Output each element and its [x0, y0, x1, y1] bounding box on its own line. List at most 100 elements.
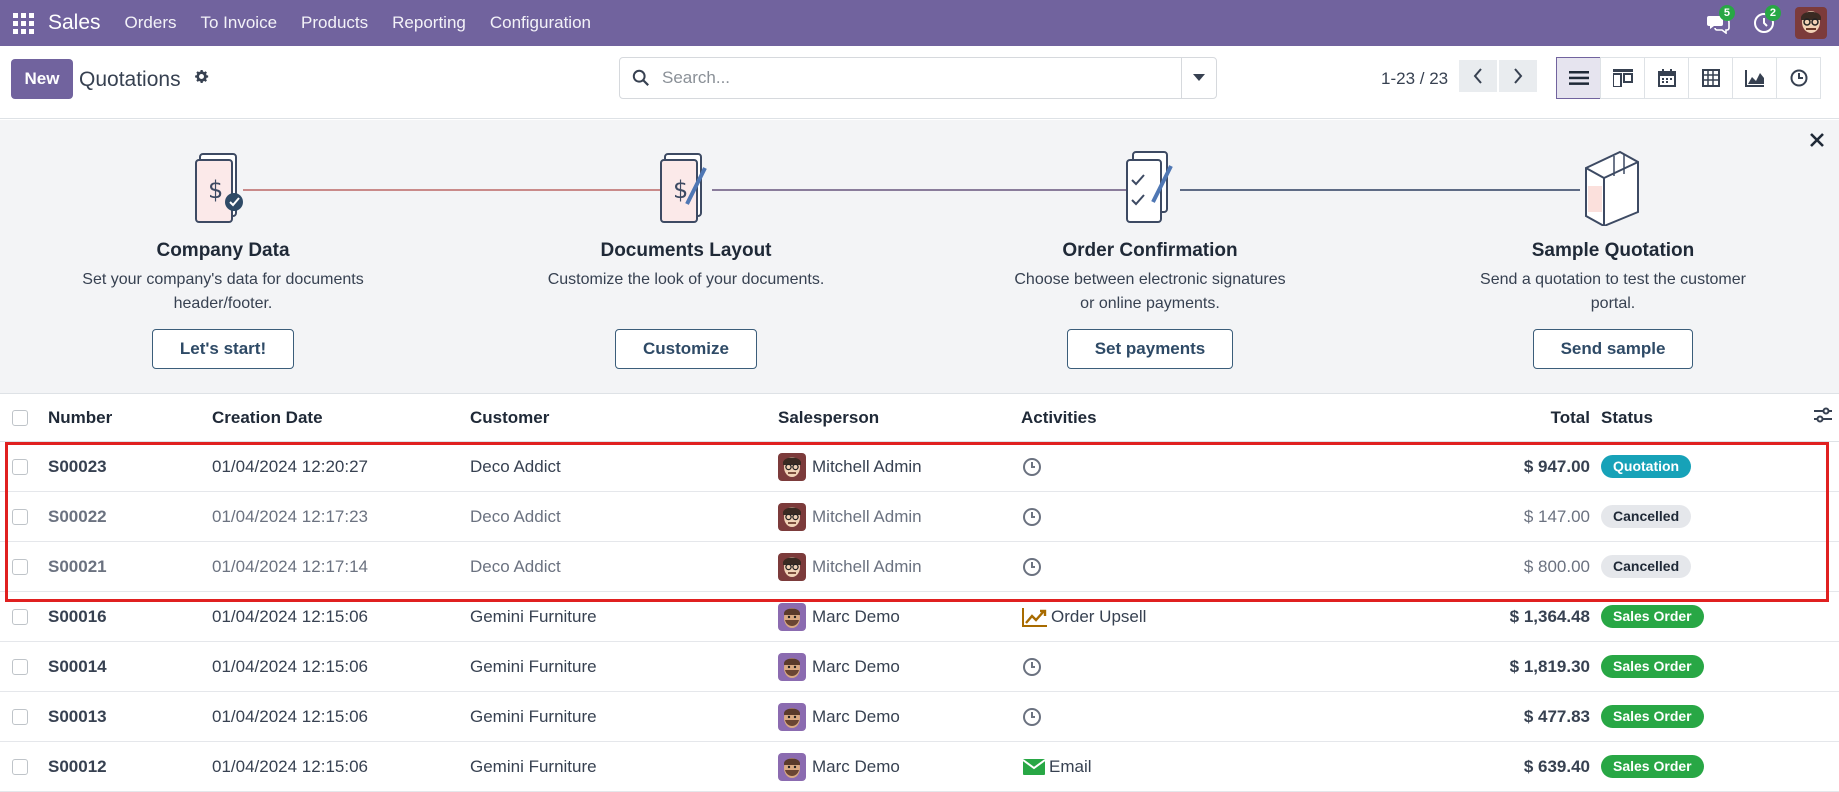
order-total: $ 947.00	[1523, 456, 1590, 476]
quotations-table: Number Creation Date Customer Salesperso…	[0, 394, 1839, 792]
table-row[interactable]: S00022 01/04/2024 12:17:23 Deco Addict Mitc…	[0, 492, 1839, 542]
step-desc-line-2: or online payments.	[1080, 295, 1220, 312]
table-row[interactable]: S00023 01/04/2024 12:20:27 Deco Addict Mitc…	[0, 442, 1839, 492]
menu-configuration[interactable]: Configuration	[478, 13, 603, 33]
customer-name: Deco Addict	[470, 456, 561, 476]
upsell-chart-icon[interactable]	[1022, 607, 1048, 627]
activity-cell[interactable]: Email	[1022, 757, 1092, 777]
step-desc-line-2: portal.	[1590, 295, 1636, 312]
row-checkbox[interactable]	[12, 508, 28, 525]
pager-previous-button[interactable]	[1459, 60, 1497, 92]
send-sample-button[interactable]: Send sample	[1532, 329, 1694, 369]
apps-menu-icon[interactable]	[12, 12, 34, 34]
set-payments-button[interactable]: Set payments	[1066, 329, 1234, 369]
activity-cell[interactable]	[1022, 707, 1045, 727]
salesperson-avatar	[778, 702, 806, 731]
activity-summary: Email	[1049, 756, 1092, 776]
calendar-view-icon	[1657, 69, 1676, 87]
table-row[interactable]: S00013 01/04/2024 12:15:06 Gemini Furnitur…	[0, 692, 1839, 742]
customer-name: Gemini Furniture	[470, 756, 597, 776]
app-brand[interactable]: Sales	[48, 11, 101, 35]
header-number[interactable]: Number	[48, 408, 112, 428]
calendar-view-button[interactable]	[1644, 57, 1689, 99]
page-title[interactable]: Quotations	[79, 68, 181, 92]
status-badge: Cancelled	[1601, 505, 1692, 528]
menu-to-invoice[interactable]: To Invoice	[189, 13, 290, 33]
table-row[interactable]: S00012 01/04/2024 12:15:06 Gemini Furnitur…	[0, 742, 1839, 792]
table-body: S00023 01/04/2024 12:20:27 Deco Addict Mitc…	[0, 442, 1839, 792]
lets-start-button[interactable]: Let's start!	[151, 329, 295, 369]
onboarding-panel: $ Company Data Set your company's data f…	[0, 120, 1839, 394]
activities-count-badge: 2	[1764, 5, 1781, 21]
graph-view-button[interactable]	[1732, 57, 1777, 99]
select-all-checkbox[interactable]	[12, 409, 28, 426]
status-badge: Sales Order	[1601, 705, 1704, 728]
activity-cell[interactable]	[1022, 507, 1045, 527]
clock-icon[interactable]	[1022, 507, 1042, 527]
customize-button[interactable]: Customize	[615, 329, 757, 369]
header-activities[interactable]: Activities	[1021, 408, 1097, 428]
header-salesperson[interactable]: Salesperson	[778, 408, 879, 428]
clock-icon[interactable]	[1022, 657, 1042, 677]
activity-view-icon	[1790, 69, 1807, 87]
row-checkbox[interactable]	[12, 708, 28, 725]
messages-button[interactable]: 5	[1695, 0, 1741, 46]
user-avatar[interactable]	[1795, 7, 1827, 39]
menu-orders[interactable]: Orders	[113, 13, 189, 33]
header-status[interactable]: Status	[1601, 408, 1653, 428]
row-checkbox[interactable]	[12, 558, 28, 575]
kanban-view-button[interactable]	[1600, 57, 1645, 99]
column-settings-icon[interactable]	[1814, 407, 1832, 428]
salesperson-avatar	[778, 652, 806, 681]
step-desc-line-2: header/footer.	[173, 295, 273, 312]
step-desc-line-1: Customize the look of your documents.	[547, 271, 825, 288]
chevron-right-icon	[1514, 68, 1523, 84]
row-checkbox[interactable]	[12, 608, 28, 625]
row-checkbox[interactable]	[12, 658, 28, 675]
search-icon	[632, 69, 650, 87]
email-icon[interactable]	[1022, 758, 1046, 776]
header-creation-date[interactable]: Creation Date	[212, 408, 323, 428]
table-row[interactable]: S00016 01/04/2024 12:15:06 Gemini Furnitur…	[0, 592, 1839, 642]
clock-icon[interactable]	[1022, 707, 1042, 727]
activity-cell[interactable]	[1022, 557, 1045, 577]
gear-icon[interactable]	[193, 68, 210, 90]
salesperson: Marc Demo	[778, 752, 900, 781]
order-total: $ 147.00	[1523, 506, 1590, 526]
activity-cell[interactable]: Order Upsell	[1022, 607, 1146, 627]
clock-icon[interactable]	[1022, 457, 1042, 477]
activities-button[interactable]: 2	[1741, 0, 1787, 46]
customer-name: Gemini Furniture	[470, 706, 597, 726]
svg-text:$: $	[673, 176, 688, 204]
salesperson: Marc Demo	[778, 702, 900, 731]
activity-cell[interactable]	[1022, 657, 1045, 677]
creation-date: 01/04/2024 12:15:06	[212, 606, 368, 626]
row-checkbox[interactable]	[12, 458, 28, 475]
close-icon[interactable]	[1809, 132, 1825, 153]
sample-quotation-illustration-icon	[1433, 146, 1793, 226]
clock-icon[interactable]	[1022, 557, 1042, 577]
order-number: S00021	[48, 556, 107, 576]
header-total[interactable]: Total	[1466, 408, 1590, 428]
row-checkbox[interactable]	[12, 758, 28, 775]
list-view-button[interactable]	[1556, 57, 1601, 99]
creation-date: 01/04/2024 12:15:06	[212, 706, 368, 726]
new-button[interactable]: New	[11, 59, 73, 99]
table-row[interactable]: S00021 01/04/2024 12:17:14 Deco Addict Mitc…	[0, 542, 1839, 592]
pivot-view-button[interactable]	[1688, 57, 1733, 99]
activity-cell[interactable]	[1022, 457, 1045, 477]
status-label: Sales Order	[1601, 605, 1704, 628]
status-label: Cancelled	[1601, 505, 1692, 528]
onboarding-step-sample-quotation: Sample Quotation Send a quotation to tes…	[1433, 146, 1793, 369]
control-panel: New Quotations 1-23 / 23	[0, 46, 1839, 119]
activity-summary: Order Upsell	[1051, 606, 1147, 626]
search-options-toggle[interactable]	[1181, 58, 1216, 98]
header-customer[interactable]: Customer	[470, 408, 549, 428]
menu-products[interactable]: Products	[289, 13, 380, 33]
pager-value[interactable]: 1-23 / 23	[1381, 69, 1448, 89]
table-row[interactable]: S00014 01/04/2024 12:15:06 Gemini Furnitur…	[0, 642, 1839, 692]
activity-view-button[interactable]	[1776, 57, 1821, 99]
search-input[interactable]	[662, 68, 1162, 88]
pager-next-button[interactable]	[1499, 60, 1537, 92]
menu-reporting[interactable]: Reporting	[380, 13, 478, 33]
